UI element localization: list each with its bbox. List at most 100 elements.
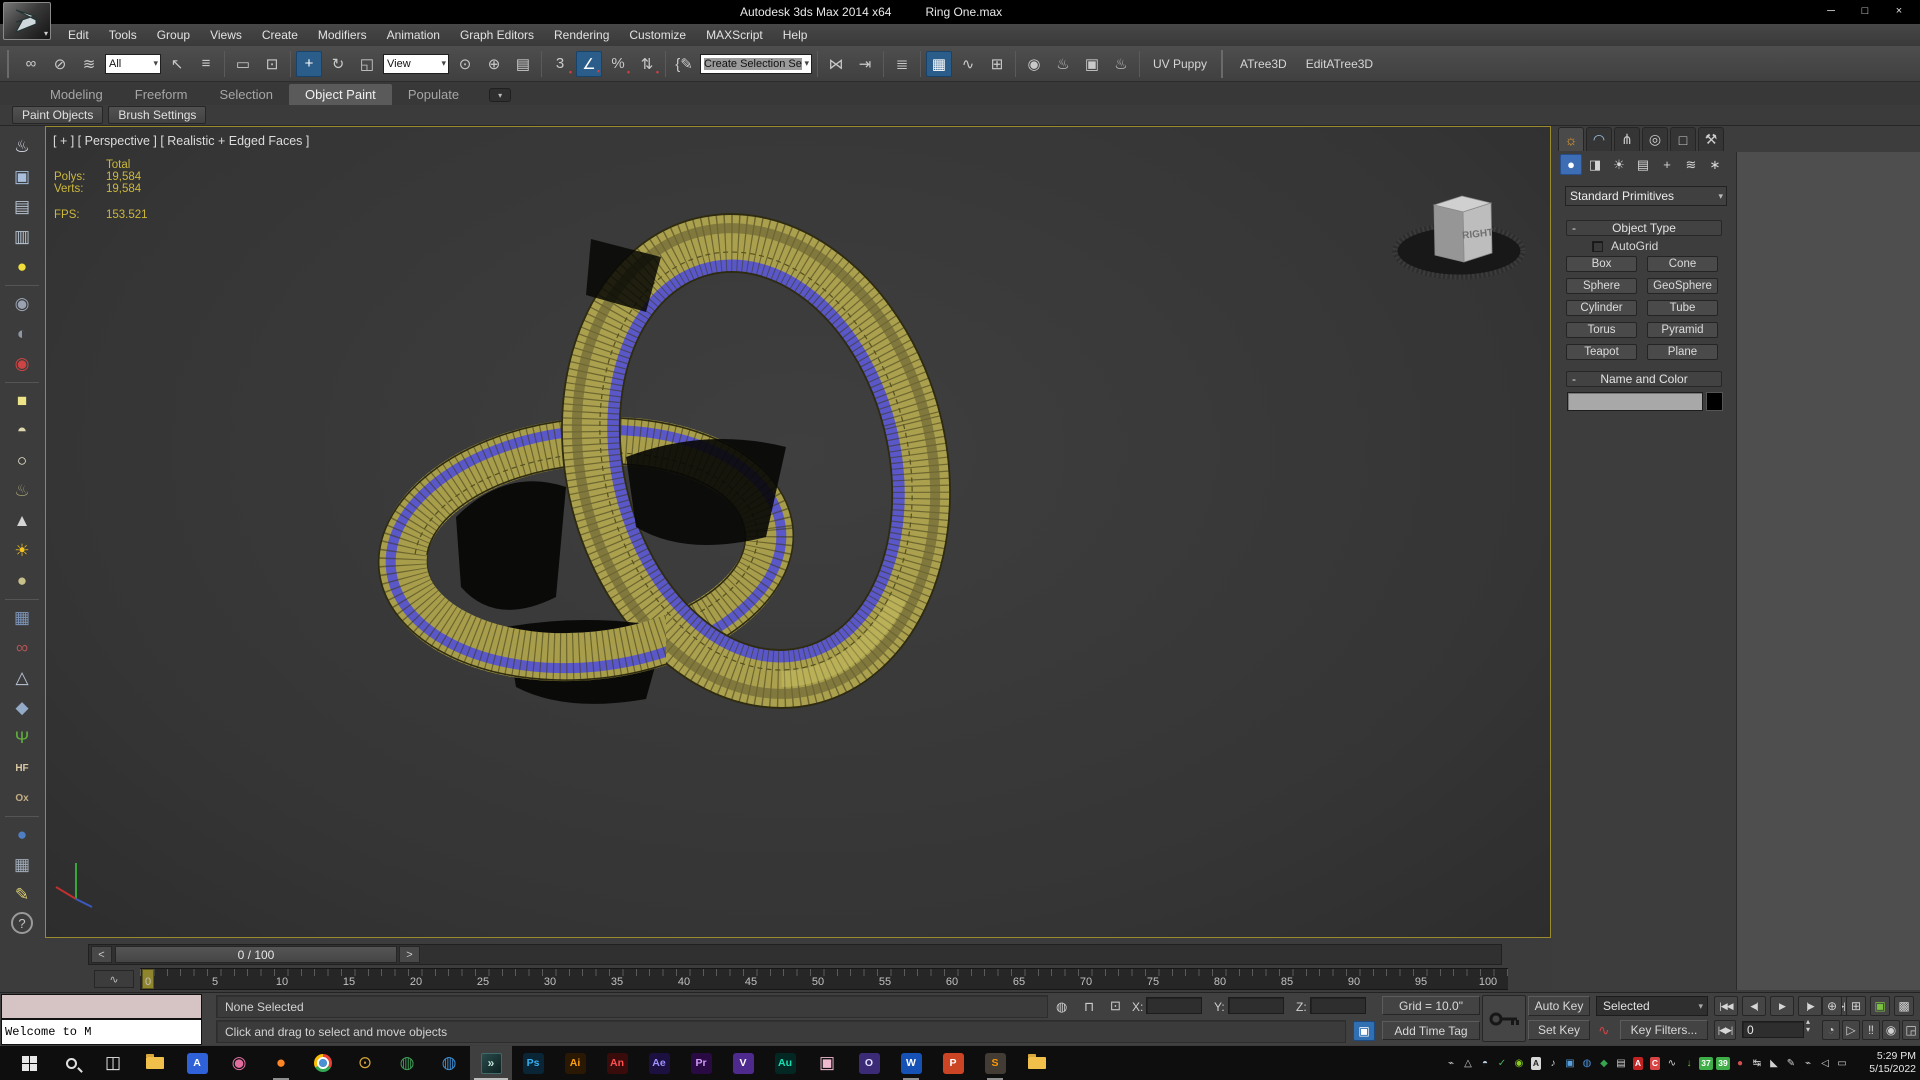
default-tangent-icon[interactable]: ∿ <box>1598 1022 1610 1039</box>
autogrid-checkbox[interactable] <box>1592 241 1603 252</box>
zoom-region-icon[interactable]: ◔ <box>1822 1020 1840 1040</box>
create-torus-button[interactable]: Torus <box>1566 322 1637 338</box>
render-teapot-icon[interactable]: ♨ <box>7 134 37 160</box>
rendered-frame-window-icon[interactable]: ▣ <box>7 164 37 190</box>
chrome-app[interactable] <box>302 1046 344 1080</box>
maxscript-listener-input[interactable] <box>1 994 202 1019</box>
health-icon[interactable]: ◆ <box>1596 1046 1612 1080</box>
idm-icon[interactable]: ↓ <box>1681 1046 1697 1080</box>
use-pivot-point-center-icon[interactable]: ⊙ <box>452 51 478 77</box>
perspective-viewport[interactable]: RIGHT [ + ] [ Perspective ] [ Realistic … <box>45 126 1551 938</box>
pen-tray-icon[interactable]: ✎ <box>1783 1046 1799 1080</box>
name-and-color-rollout[interactable]: - Name and Color <box>1566 371 1722 387</box>
create-cone-button[interactable]: Cone <box>1647 256 1718 272</box>
named-selection-sets-dropdown[interactable]: Create Selection Se▾ <box>700 54 812 74</box>
search-button[interactable] <box>50 1046 92 1080</box>
subtab-paint-objects[interactable]: Paint Objects <box>12 106 103 124</box>
tab-motion[interactable]: ◎ <box>1642 127 1668 151</box>
edit-named-selection-sets-icon[interactable]: {✎ <box>671 51 697 77</box>
audition-app[interactable]: Au <box>764 1046 806 1080</box>
keyboard-shortcut-override-icon[interactable]: ▤ <box>510 51 536 77</box>
molecule-icon[interactable]: ∞ <box>7 635 37 661</box>
maximize-button[interactable]: □ <box>1848 0 1882 22</box>
search-tool-app[interactable]: ⊙ <box>344 1046 386 1080</box>
pink-tablet-app[interactable]: ▣ <box>806 1046 848 1080</box>
ccleaner-icon[interactable]: C <box>1647 1046 1663 1080</box>
menu-help[interactable]: Help <box>773 24 818 46</box>
person-tray-icon[interactable]: ● <box>1732 1046 1748 1080</box>
layer-manager-icon[interactable]: ≣ <box>889 51 915 77</box>
firefox-app[interactable]: ● <box>260 1046 302 1080</box>
grid-setting[interactable]: Grid = 10.0" <box>1382 996 1480 1015</box>
color-clipboard-icon[interactable]: ■ <box>7 388 37 414</box>
schematic-view-icon[interactable]: ⊞ <box>984 51 1010 77</box>
selection-lock-bulb-icon[interactable]: ◍ <box>1056 999 1067 1015</box>
ribbon-tab-object-paint[interactable]: Object Paint <box>289 84 392 105</box>
grass-object-icon[interactable]: Ψ <box>7 725 37 751</box>
explorer-app[interactable] <box>1016 1046 1058 1080</box>
previous-frame-button[interactable]: ◀| <box>1742 996 1766 1016</box>
ribbon-tab-modeling[interactable]: Modeling <box>34 84 119 105</box>
viewport-label[interactable]: [ + ] [ Perspective ] [ Realistic + Edge… <box>53 134 309 148</box>
select-and-link-icon[interactable]: ∞ <box>18 51 44 77</box>
track-bar[interactable]: 0510152025303540455055606570758085909510… <box>140 968 1508 990</box>
zoom-extents-all-icon[interactable]: ▩ <box>1894 996 1914 1016</box>
key-mode-dropdown[interactable]: Selected▾ <box>1596 996 1708 1016</box>
tab-display[interactable]: □ <box>1670 127 1696 151</box>
grid-panel-icon[interactable]: ▦ <box>7 852 37 878</box>
zoom-icon[interactable]: ⊕ <box>1822 996 1842 1016</box>
set-keys-button[interactable] <box>1482 995 1526 1042</box>
speaker-icon[interactable]: ◁ <box>1817 1046 1833 1080</box>
badge-37[interactable]: 37 <box>1698 1046 1714 1080</box>
object-color-swatch[interactable] <box>1706 392 1723 411</box>
selection-filter-dropdown[interactable]: All▾ <box>105 54 161 74</box>
render-production-icon[interactable]: ♨ <box>1108 51 1134 77</box>
key-filters-button[interactable]: Key Filters... <box>1620 1020 1708 1040</box>
menu-views[interactable]: Views <box>200 24 252 46</box>
files-app[interactable] <box>134 1046 176 1080</box>
start-button[interactable] <box>8 1046 50 1080</box>
pyramid-gizmo-icon[interactable]: △ <box>7 665 37 691</box>
maxsc ript-listener-output[interactable]: Welcome to M <box>1 1019 202 1045</box>
defender-icon[interactable]: ✓ <box>1494 1046 1510 1080</box>
object-type-rollout[interactable]: - Object Type <box>1566 220 1722 236</box>
krita-app[interactable]: ◉ <box>218 1046 260 1080</box>
subtab-brush-settings[interactable]: Brush Settings <box>108 106 206 124</box>
set-key-button[interactable]: Set Key <box>1528 1020 1590 1040</box>
3ds-max-app[interactable]: » <box>470 1046 512 1080</box>
mini-curve-editor-button[interactable]: ∿ <box>94 970 134 988</box>
add-time-tag[interactable]: Add Time Tag <box>1382 1021 1480 1040</box>
menu-modifiers[interactable]: Modifiers <box>308 24 377 46</box>
close-button[interactable]: × <box>1882 0 1916 22</box>
next-frame-button[interactable]: |▶ <box>1798 996 1822 1016</box>
word-app[interactable]: W <box>890 1046 932 1080</box>
select-and-rotate-icon[interactable]: ↻ <box>325 51 351 77</box>
previous-frame-button[interactable]: < <box>91 946 112 963</box>
auto-key-button[interactable]: Auto Key <box>1528 996 1590 1016</box>
tab-modify[interactable]: ◠ <box>1586 127 1612 151</box>
lock-icon[interactable]: ⊓ <box>1084 999 1094 1015</box>
menu-tools[interactable]: Tools <box>99 24 147 46</box>
globe-app[interactable]: ◍ <box>428 1046 470 1080</box>
hair-fur-icon[interactable]: HF <box>7 755 37 781</box>
viewcube[interactable]: RIGHT <box>1395 196 1523 277</box>
ribbon-tab-freeform[interactable]: Freeform <box>119 84 204 105</box>
autohotkey-icon[interactable]: A <box>1528 1046 1544 1080</box>
rendered-frame-window-icon[interactable]: ▣ <box>1079 51 1105 77</box>
video-camera-icon[interactable]: ◉ <box>7 291 37 317</box>
select-object-icon[interactable]: ↖ <box>164 51 190 77</box>
menu-maxscript[interactable]: MAXScript <box>696 24 773 46</box>
create-plane-button[interactable]: Plane <box>1647 344 1718 360</box>
menu-group[interactable]: Group <box>147 24 200 46</box>
menu-rendering[interactable]: Rendering <box>544 24 619 46</box>
ribbon-overflow-button[interactable]: ▾ <box>489 88 511 102</box>
bind-to-space-warp-icon[interactable]: ≋ <box>76 51 102 77</box>
cameras-icon[interactable]: ▤ <box>1632 154 1654 175</box>
frame-spinner[interactable]: ▴▾ <box>1806 1018 1810 1034</box>
taskbar-clock[interactable]: 5:29 PM 5/15/2022 <box>1854 1046 1916 1080</box>
spinner-snap-toggle-icon[interactable]: ⇅• <box>634 51 660 77</box>
hotspot-icon[interactable]: ⌁ <box>1443 1046 1459 1080</box>
zoom-extents-icon[interactable]: ▣ <box>1870 996 1890 1016</box>
toolbar-grip[interactable] <box>1221 50 1226 78</box>
create-pyramid-button[interactable]: Pyramid <box>1647 322 1718 338</box>
